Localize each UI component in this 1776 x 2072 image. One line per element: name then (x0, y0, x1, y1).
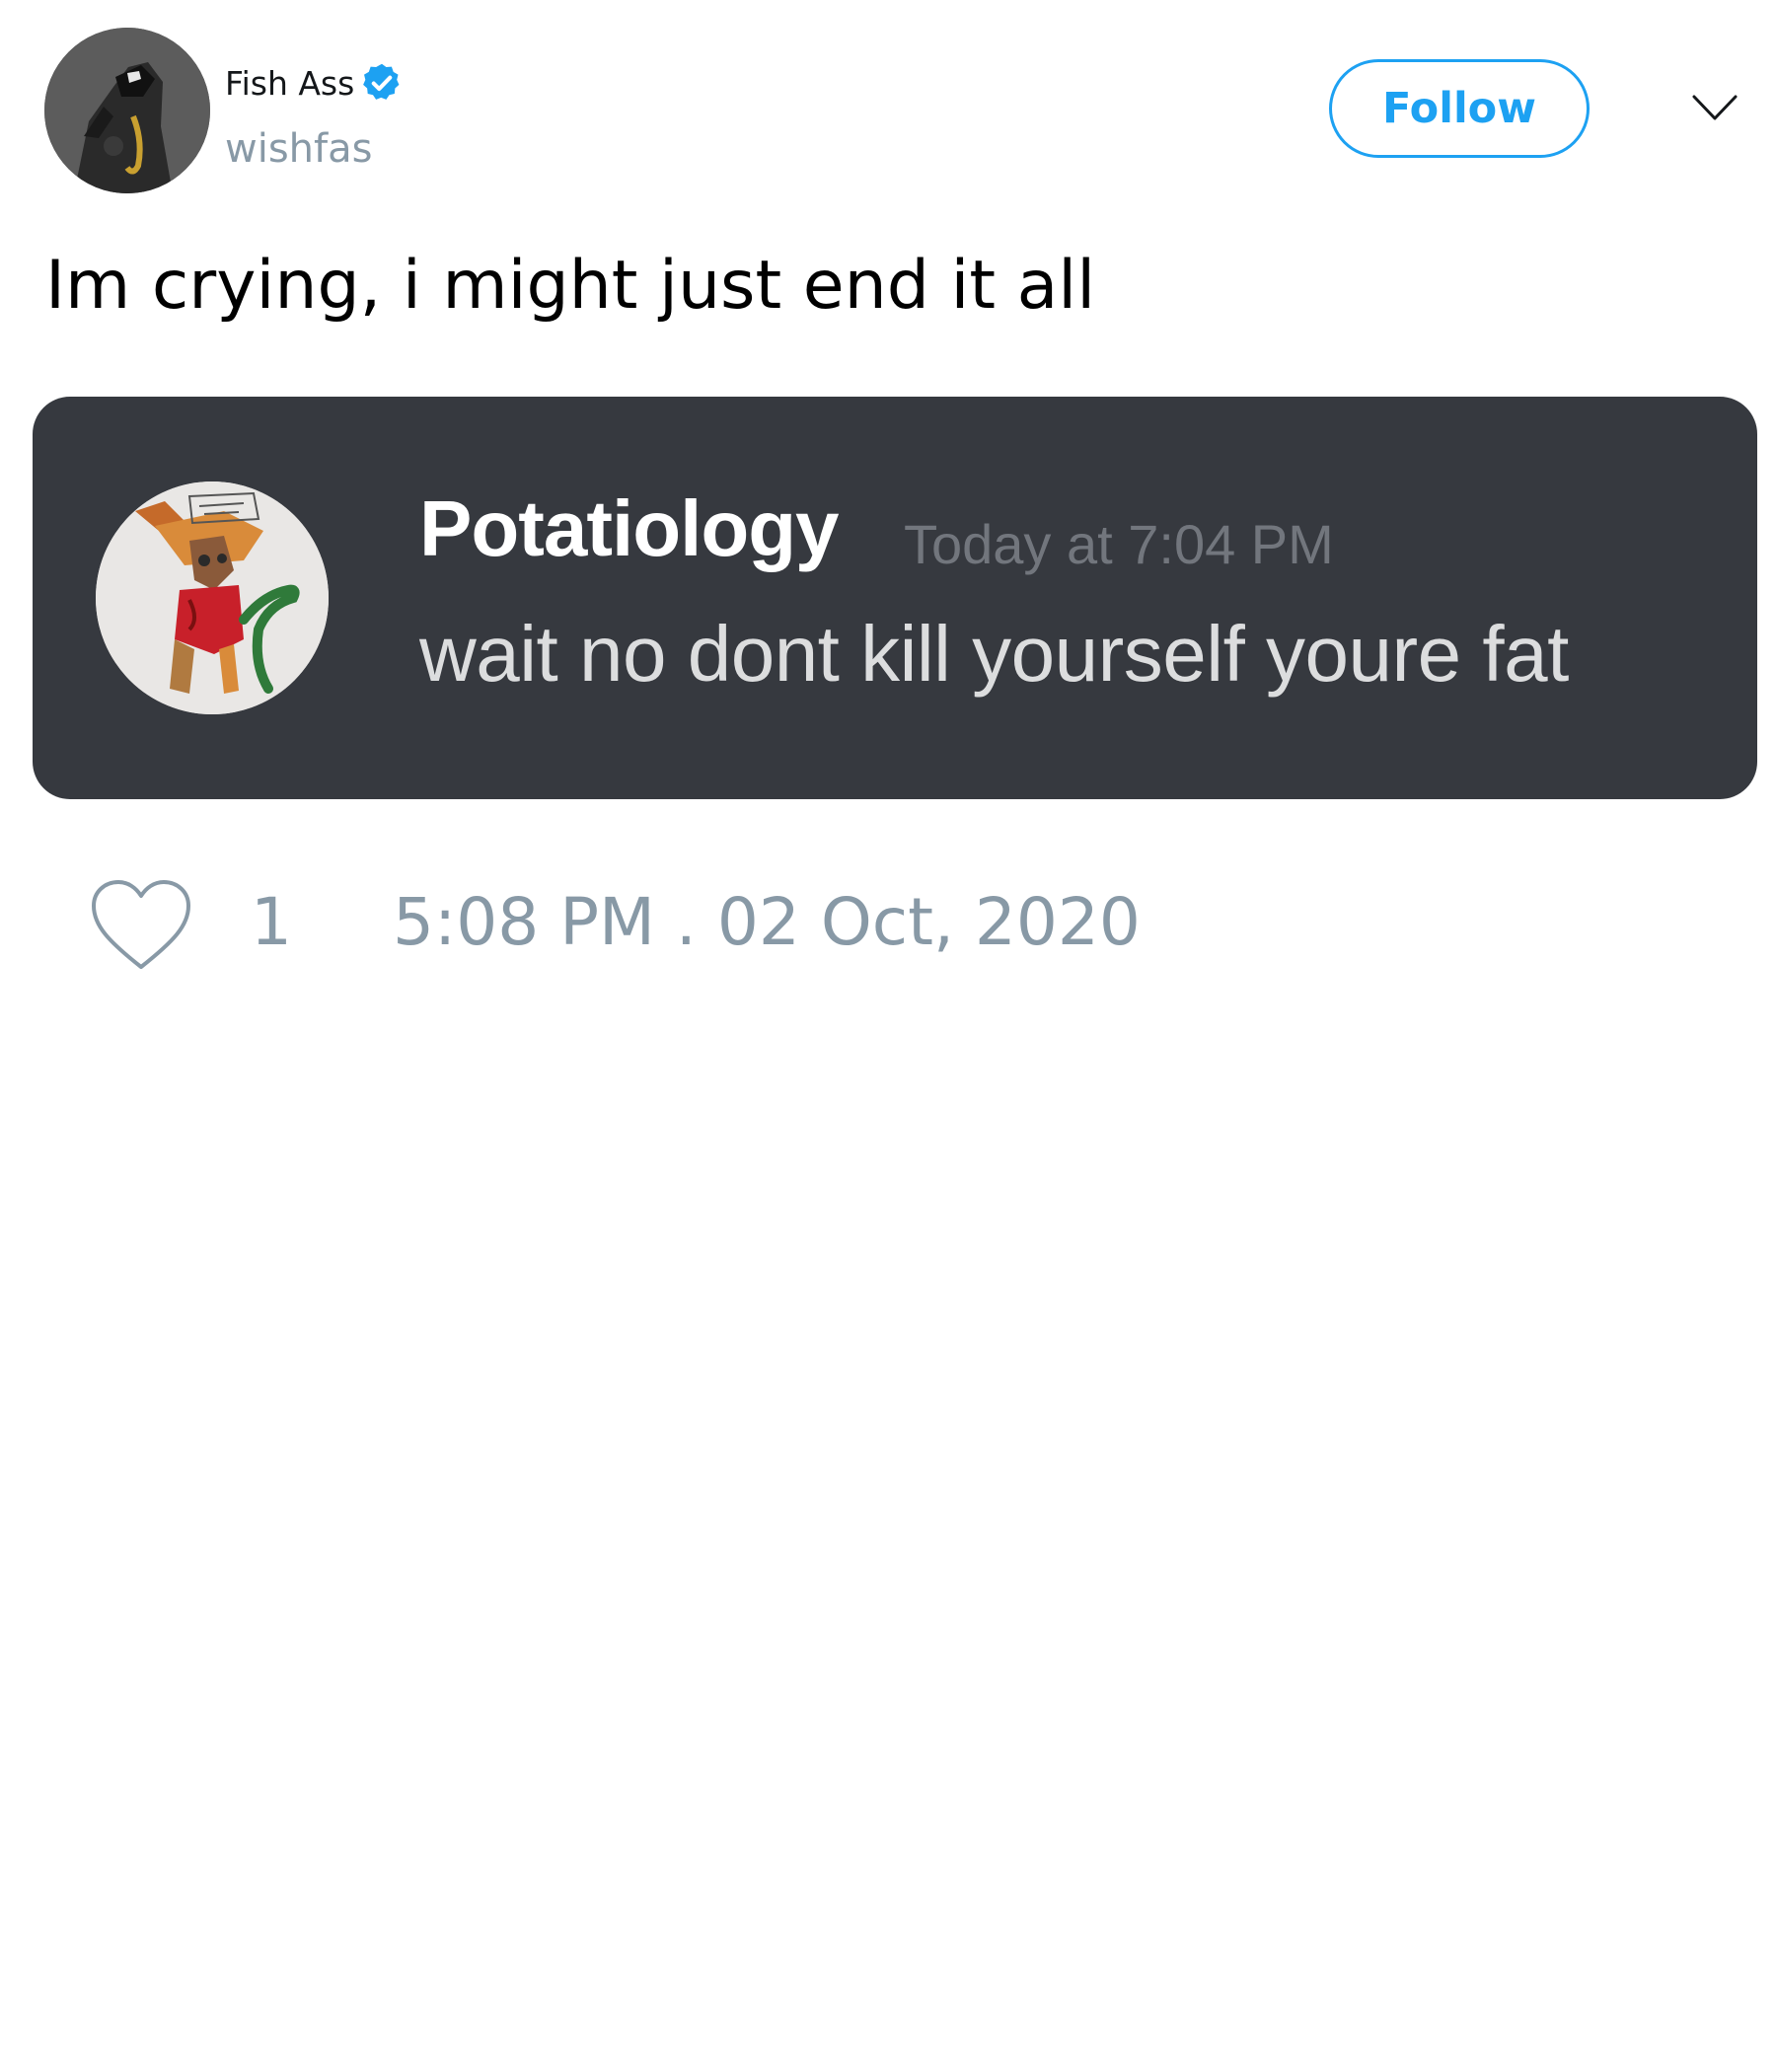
discord-avatar (96, 481, 329, 714)
discord-message: wait no dont kill yourself youre fat (419, 610, 1569, 698)
heart-icon[interactable] (89, 878, 193, 973)
chevron-down-icon[interactable] (1690, 89, 1739, 128)
author-handle[interactable]: wishfas (225, 126, 372, 172)
embedded-screenshot[interactable]: Potatiology Today at 7:04 PM wait no don… (33, 397, 1757, 799)
tweet-card: Fish Ass wishfas Follow Im crying, i mig… (0, 0, 1776, 2072)
author-avatar-image (44, 28, 210, 193)
like-count: 1 (251, 884, 292, 960)
follow-button[interactable]: Follow (1329, 59, 1590, 158)
discord-timestamp: Today at 7:04 PM (904, 513, 1334, 575)
author-name-row: Fish Ass (225, 61, 404, 105)
tweet-text: Im crying, i might just end it all (45, 247, 1096, 325)
discord-username: Potatiology (419, 484, 840, 572)
verified-badge-icon (360, 61, 404, 105)
author-display-name[interactable]: Fish Ass (225, 64, 354, 103)
author-avatar[interactable] (44, 28, 210, 193)
tweet-timestamp[interactable]: 5:08 PM . 02 Oct, 2020 (393, 884, 1141, 960)
